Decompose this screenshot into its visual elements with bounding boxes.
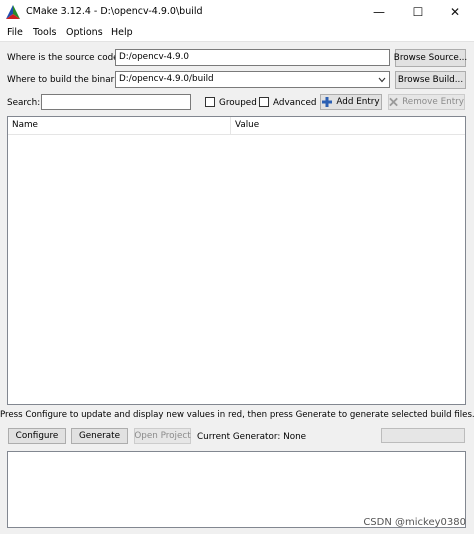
remove-entry-label: Remove Entry [402, 97, 464, 107]
build-label: Where to build the binaries: [7, 75, 130, 85]
search-input[interactable] [41, 94, 191, 110]
menu-bar: File Tools Options Help [0, 24, 474, 42]
advanced-checkbox[interactable] [259, 97, 269, 107]
add-entry-button[interactable]: Add Entry [320, 94, 382, 110]
grouped-checkbox[interactable] [205, 97, 215, 107]
advanced-label: Advanced [273, 98, 317, 108]
column-header-value[interactable]: Value [231, 117, 465, 135]
menu-options[interactable]: Options [66, 27, 103, 38]
source-path-input[interactable]: D:/opencv-4.9.0 [115, 49, 390, 66]
grouped-label: Grouped [219, 98, 257, 108]
generate-button[interactable]: Generate [71, 428, 128, 444]
configure-button[interactable]: Configure [8, 428, 66, 444]
cache-table[interactable]: Name Value [7, 116, 466, 405]
browse-build-button[interactable]: Browse Build... [395, 71, 466, 89]
chevron-down-icon[interactable] [378, 77, 386, 83]
build-path-combobox[interactable]: D:/opencv-4.9.0/build [115, 71, 390, 88]
remove-entry-button[interactable]: Remove Entry [388, 94, 465, 110]
configure-hint: Press Configure to update and display ne… [0, 410, 474, 420]
add-entry-label: Add Entry [336, 97, 380, 107]
menu-tools[interactable]: Tools [33, 27, 56, 38]
remove-icon [389, 97, 398, 107]
column-header-name[interactable]: Name [8, 117, 231, 135]
build-path-value: D:/opencv-4.9.0/build [119, 74, 214, 84]
browse-source-button[interactable]: Browse Source... [394, 49, 467, 67]
title-bar: CMake 3.12.4 - D:\opencv-4.9.0\build — ☐… [0, 0, 474, 24]
current-generator: Current Generator: None [197, 432, 307, 442]
menu-file[interactable]: File [7, 27, 23, 38]
watermark: CSDN @mickey0380 [363, 517, 466, 528]
source-label: Where is the source code: [7, 53, 122, 63]
close-button[interactable]: ✕ [436, 0, 474, 24]
search-label: Search: [7, 98, 41, 108]
plus-icon [322, 97, 333, 107]
progress-bar [381, 428, 465, 443]
minimize-button[interactable]: — [360, 0, 398, 24]
open-project-button[interactable]: Open Project [134, 428, 191, 444]
maximize-button[interactable]: ☐ [399, 0, 437, 24]
menu-help[interactable]: Help [111, 27, 133, 38]
cmake-logo-icon [6, 5, 20, 19]
window-title: CMake 3.12.4 - D:\opencv-4.9.0\build [26, 6, 203, 17]
